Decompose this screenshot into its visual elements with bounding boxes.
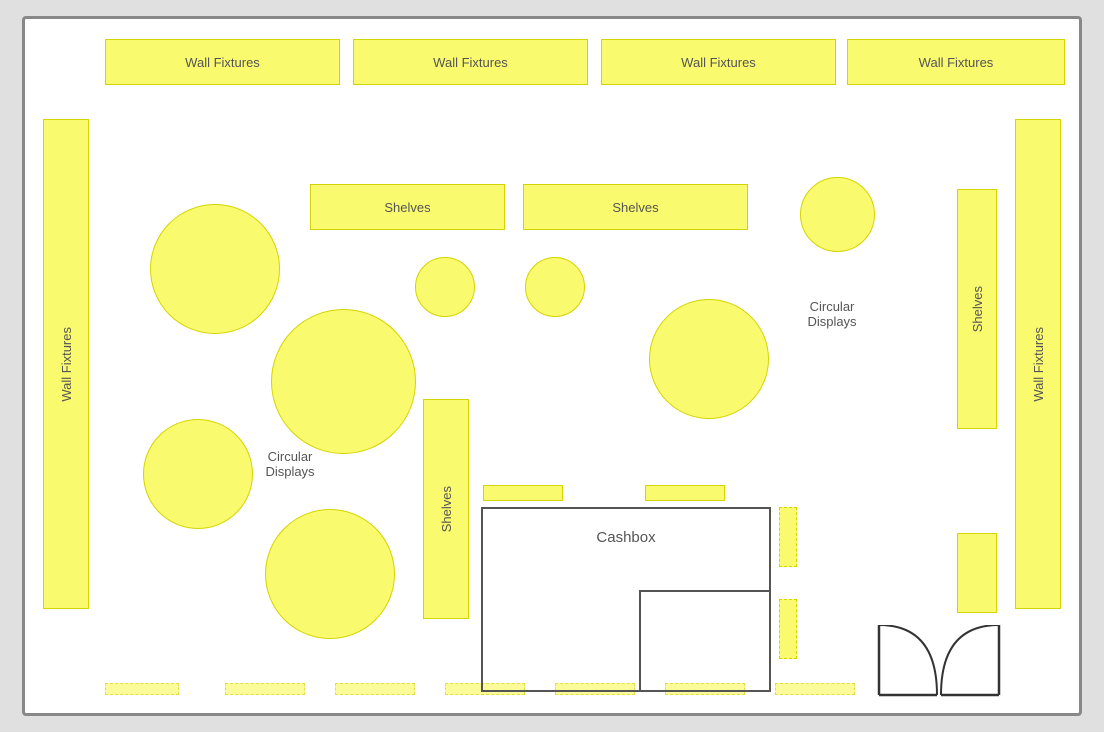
- circular-displays-label-right: CircularDisplays: [787, 299, 877, 329]
- shelves-top-1: Shelves: [310, 184, 505, 230]
- cashbox-inner-wall: [639, 590, 769, 690]
- circle-small-topright: [800, 177, 875, 252]
- circle-large-center: [271, 309, 416, 454]
- left-wall-fixture: Wall Fixtures: [43, 119, 89, 609]
- shelves-vertical: Shelves: [423, 399, 469, 619]
- circle-small-1: [415, 257, 475, 317]
- floor-plan: Wall Fixtures Wall Fixtures Wall Fixture…: [22, 16, 1082, 716]
- bottom-wall-decoration-left: [105, 683, 179, 695]
- cashbox-area: Cashbox: [481, 507, 771, 692]
- cashbox-top-bar-right: [645, 485, 725, 501]
- shelves-top-2: Shelves: [523, 184, 748, 230]
- right-bottom-box: [957, 533, 997, 613]
- circle-small-2: [525, 257, 585, 317]
- right-shelves: Shelves: [957, 189, 997, 429]
- door-svg: [859, 625, 1019, 705]
- bottom-wall-decoration-2: [225, 683, 305, 695]
- bottom-wall-decoration-7: [775, 683, 855, 695]
- top-wall-fixture-4: Wall Fixtures: [847, 39, 1065, 85]
- cashbox-right-bar-top: [779, 507, 797, 567]
- top-wall-fixture-2: Wall Fixtures: [353, 39, 588, 85]
- bottom-wall-decoration-3: [335, 683, 415, 695]
- circle-large-bottom: [265, 509, 395, 639]
- cashbox-top-bar-left: [483, 485, 563, 501]
- circle-medium-bottomleft1: [143, 419, 253, 529]
- top-wall-fixture-3: Wall Fixtures: [601, 39, 836, 85]
- top-wall-fixture-1: Wall Fixtures: [105, 39, 340, 85]
- right-wall-fixture: Wall Fixtures: [1015, 119, 1061, 609]
- circle-large-topleft: [150, 204, 280, 334]
- cashbox-label: Cashbox: [503, 529, 749, 546]
- circle-large-right: [649, 299, 769, 419]
- cashbox-right-bar-bottom: [779, 599, 797, 659]
- circular-displays-label-left: CircularDisplays: [245, 449, 335, 479]
